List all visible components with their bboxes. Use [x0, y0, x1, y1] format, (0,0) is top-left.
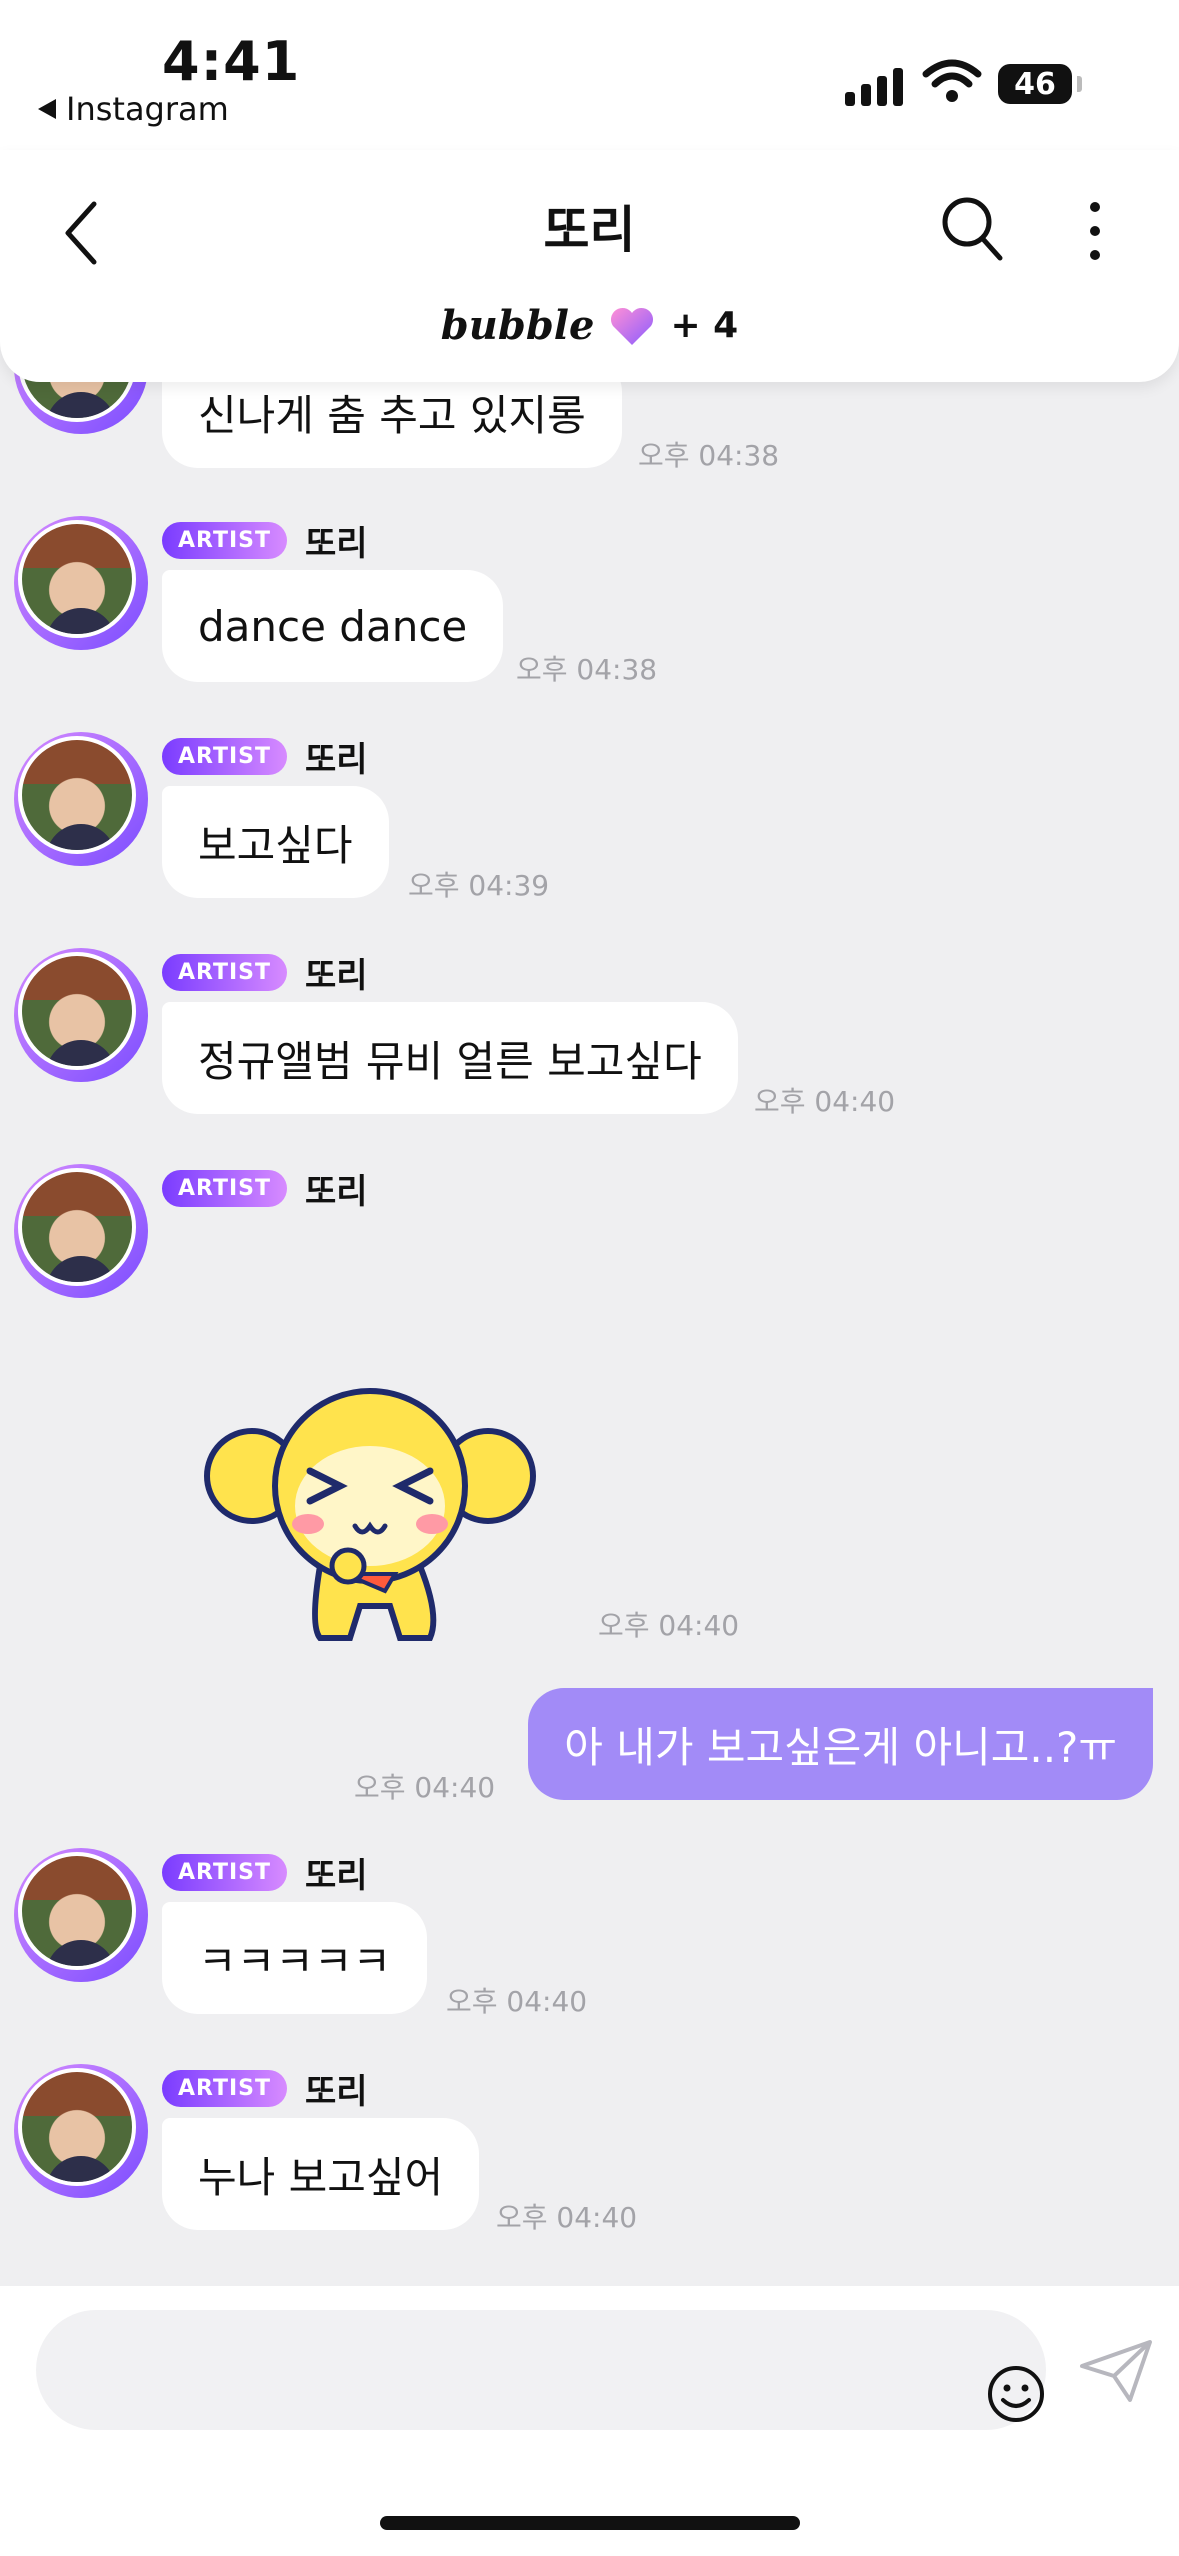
status-time: 4:41: [162, 30, 301, 93]
message-time: 오후 04:40: [598, 1609, 740, 1642]
composer: [0, 2286, 1179, 2556]
artist-badge: ARTIST: [162, 522, 288, 559]
artist-badge: ARTIST: [162, 1854, 288, 1891]
back-app-label: Instagram: [66, 90, 229, 128]
status-bar: 4:41 Instagram 46: [0, 0, 1179, 150]
back-triangle-icon: [38, 99, 56, 119]
bubble-subscription-bar[interactable]: bubble + 4: [0, 302, 1179, 349]
message-time: 오후 04:39: [408, 869, 550, 902]
heart-icon: [611, 307, 654, 345]
message-time: 오후 04:40: [354, 1771, 496, 1804]
my-message-bubble[interactable]: 아 내가 보고싶은게 아니고..?ㅠ: [528, 1688, 1153, 1800]
artist-avatar[interactable]: [14, 1848, 148, 1982]
message-bubble[interactable]: ㅋㅋㅋㅋㅋ: [162, 1902, 428, 2014]
message-bubble[interactable]: dance dance: [162, 570, 504, 682]
message-time: 오후 04:38: [516, 653, 658, 686]
more-options-icon[interactable]: [1088, 202, 1102, 262]
message-bubble[interactable]: 누나 보고싶어: [162, 2118, 480, 2230]
battery-level: 46: [1014, 66, 1056, 102]
message-input[interactable]: [36, 2310, 1046, 2430]
message-bubble[interactable]: 정규앨범 뮤비 얼른 보고싶다: [162, 1002, 738, 1114]
chat-list[interactable]: 신나게 춤 추고 있지롱 오후 04:38 ARTIST 또리 dance da…: [0, 370, 1179, 2280]
emoji-icon[interactable]: [986, 2364, 1046, 2424]
sender-name: 또리: [305, 524, 368, 564]
home-indicator: [380, 2516, 800, 2530]
message-bubble[interactable]: 신나게 춤 추고 있지롱: [162, 370, 622, 468]
sender-name: 또리: [305, 740, 368, 780]
member-count: + 4: [670, 305, 739, 346]
artist-badge: ARTIST: [162, 738, 288, 775]
artist-avatar[interactable]: [14, 1164, 148, 1298]
sender-name: 또리: [305, 1172, 368, 1212]
battery-icon: 46: [998, 64, 1082, 104]
artist-avatar[interactable]: [14, 516, 148, 650]
artist-badge: ARTIST: [162, 2070, 288, 2107]
sender-name: 또리: [305, 1856, 368, 1896]
bubble-logo: bubble: [440, 302, 595, 349]
sender-name: 또리: [305, 956, 368, 996]
artist-avatar[interactable]: [14, 948, 148, 1082]
message-time: 오후 04:40: [754, 1085, 896, 1118]
wifi-icon: [922, 59, 982, 102]
search-icon[interactable]: [940, 194, 1004, 264]
artist-avatar[interactable]: [14, 2064, 148, 2198]
message-time: 오후 04:40: [446, 1985, 588, 2018]
chat-header: 또리 bubble + 4: [0, 150, 1179, 382]
artist-badge: ARTIST: [162, 1170, 288, 1207]
message-time: 오후 04:40: [496, 2201, 638, 2234]
sender-name: 또리: [305, 2072, 368, 2112]
send-icon[interactable]: [1078, 2338, 1154, 2404]
message-bubble[interactable]: 보고싶다: [162, 786, 389, 898]
monkey-sticker-icon[interactable]: [200, 1376, 540, 1646]
artist-badge: ARTIST: [162, 954, 288, 991]
cellular-signal-icon: [845, 64, 903, 106]
artist-avatar[interactable]: [14, 732, 148, 866]
back-to-app-link[interactable]: Instagram: [38, 90, 229, 128]
message-time: 오후 04:38: [638, 439, 780, 472]
